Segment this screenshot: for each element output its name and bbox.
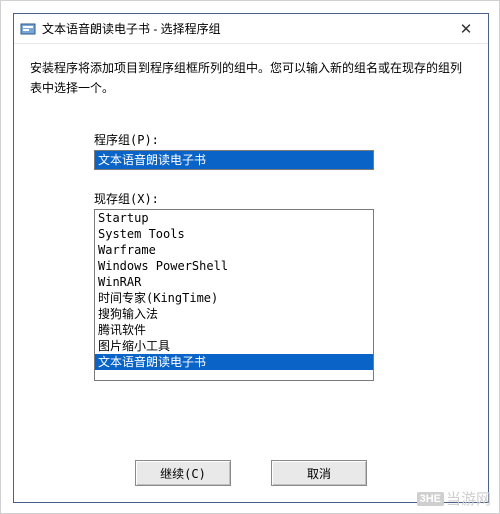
list-item[interactable]: Warframe xyxy=(95,242,373,258)
separator xyxy=(32,443,472,444)
program-group-input[interactable] xyxy=(94,150,374,170)
app-icon xyxy=(20,21,36,37)
program-group-label: 程序组(P): xyxy=(94,131,428,148)
list-item[interactable]: WinRAR xyxy=(95,274,373,290)
instruction-text: 安装程序将添加项目到程序组框所列的组中。您可以输入新的组名或在现存的组列表中选择… xyxy=(14,44,488,109)
list-item[interactable]: System Tools xyxy=(95,226,373,242)
titlebar: 文本语音朗读电子书 - 选择程序组 ✕ xyxy=(14,14,488,44)
existing-groups-listbox[interactable]: StartupSystem ToolsWarframeWindows Power… xyxy=(94,209,374,381)
form-area: 程序组(P): 现存组(X): StartupSystem ToolsWarfr… xyxy=(14,109,488,381)
list-item[interactable]: 时间专家(KingTime) xyxy=(95,290,373,306)
window-title: 文本语音朗读电子书 - 选择程序组 xyxy=(42,20,444,37)
existing-groups-label: 现存组(X): xyxy=(94,190,428,207)
list-item[interactable]: 搜狗输入法 xyxy=(95,306,373,322)
list-item[interactable]: Windows PowerShell xyxy=(95,258,373,274)
list-item[interactable]: 图片缩小工具 xyxy=(95,338,373,354)
cancel-button[interactable]: 取消 xyxy=(271,460,367,486)
button-bar: 继续(C) 取消 xyxy=(14,460,488,486)
page-frame: 文本语音朗读电子书 - 选择程序组 ✕ 安装程序将添加项目到程序组框所列的组中。… xyxy=(0,0,500,514)
installer-dialog: 文本语音朗读电子书 - 选择程序组 ✕ 安装程序将添加项目到程序组框所列的组中。… xyxy=(13,13,489,503)
list-item[interactable]: Startup xyxy=(95,210,373,226)
list-item[interactable]: 腾讯软件 xyxy=(95,322,373,338)
close-button[interactable]: ✕ xyxy=(444,14,488,44)
continue-button[interactable]: 继续(C) xyxy=(135,460,231,486)
list-item[interactable]: 文本语音朗读电子书 xyxy=(95,354,373,370)
